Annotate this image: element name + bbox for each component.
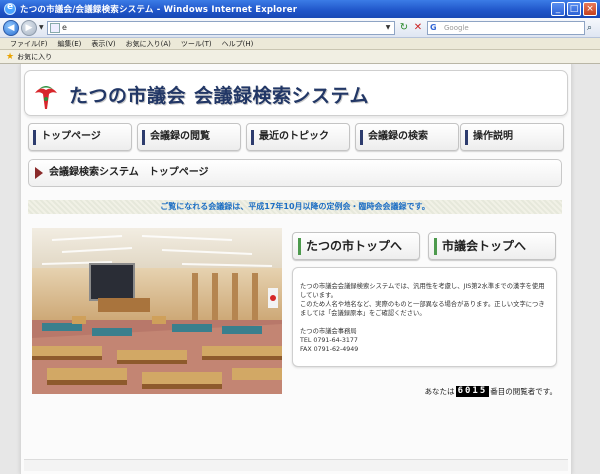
window-titlebar: たつの市議会/会議録検索システム - Windows Internet Expl… (0, 0, 600, 18)
search-placeholder: Google (444, 24, 469, 32)
council-top-link[interactable]: 市議会トップへ (428, 232, 556, 260)
site-title-council: たつの市議会 (69, 85, 187, 107)
close-button[interactable]: × (583, 2, 597, 16)
page-heading: 会議録検索システム トップページ (28, 159, 562, 187)
page-viewport: たつの市議会 会議録検索システム トップページ 会議録の閲覧 最近のトピック 会議… (0, 64, 600, 474)
counter-suffix: 番目の閲覧者です。 (490, 387, 557, 396)
nav-search-minutes[interactable]: 会議録の検索 (355, 123, 459, 151)
window-controls: _ □ × (551, 2, 597, 16)
page-icon (50, 23, 60, 33)
history-dropdown-icon[interactable]: ▼ (39, 24, 44, 31)
info-charset-note: たつの市議会会議録検索システムでは、汎用性を考慮し、JIS第2水準までの漢字を使… (300, 283, 545, 299)
maximize-button[interactable]: □ (567, 2, 581, 16)
city-top-link[interactable]: たつの市トップへ (292, 232, 420, 260)
info-fax: FAX 0791-62-4949 (300, 346, 359, 353)
menu-favorites[interactable]: お気に入り(A) (126, 39, 171, 49)
visitor-counter: あなたは 6015 番目の閲覧者です。 (425, 386, 557, 397)
stop-icon[interactable]: ✕ (411, 21, 425, 35)
menu-tools[interactable]: ツール(T) (181, 39, 212, 49)
counter-value: 6015 (455, 386, 490, 397)
site-title: たつの市議会 会議録検索システム (69, 81, 369, 108)
menu-bar: ファイル(F) 編集(E) 表示(V) お気に入り(A) ツール(T) ヘルプ(… (0, 38, 600, 50)
main-nav: トップページ 会議録の閲覧 最近のトピック 会議録の検索 操作説明 (28, 123, 564, 151)
info-box: たつの市議会会議録検索システムでは、汎用性を考慮し、JIS第2水準までの漢字を使… (292, 267, 557, 367)
site-header: たつの市議会 会議録検索システム (24, 70, 568, 116)
address-bar: ◀ ▶ ▼ e ▼ ↻ ✕ G Google ⌕ (0, 18, 600, 38)
favorites-bar: ★ お気に入り (0, 50, 600, 64)
page-footer-bar (24, 459, 568, 471)
ie-logo-icon (4, 2, 16, 15)
favorites-star-icon[interactable]: ★ (6, 52, 14, 62)
url-field[interactable]: e ▼ (47, 21, 395, 35)
page-heading-text: 会議録検索システム トップページ (49, 167, 209, 178)
counter-prefix: あなたは (424, 387, 455, 396)
refresh-icon[interactable]: ↻ (397, 21, 411, 35)
forward-button[interactable]: ▶ (21, 20, 37, 36)
back-button[interactable]: ◀ (3, 20, 19, 36)
council-chamber-photo (32, 228, 282, 394)
google-icon: G (430, 23, 437, 32)
search-input[interactable]: G Google (427, 21, 585, 35)
menu-edit[interactable]: 編集(E) (58, 39, 82, 49)
favorites-label[interactable]: お気に入り (17, 52, 52, 62)
info-verify-note: このため人名や地名など、実際のものと一部異なる場合があります。正しい文字につきま… (300, 301, 545, 317)
url-text: e (62, 23, 67, 32)
menu-file[interactable]: ファイル(F) (10, 39, 48, 49)
menu-view[interactable]: 表示(V) (91, 39, 115, 49)
nav-top-page[interactable]: トップページ (28, 123, 132, 151)
site-title-system: 会議録検索システム (194, 85, 369, 107)
info-office: たつの市議会事務局 (300, 328, 357, 335)
nav-recent-topics[interactable]: 最近のトピック (246, 123, 350, 151)
url-dropdown-icon[interactable]: ▼ (383, 23, 393, 33)
nav-instructions[interactable]: 操作説明 (460, 123, 564, 151)
minimize-button[interactable]: _ (551, 2, 565, 16)
window-title: たつの市議会/会議録検索システム - Windows Internet Expl… (20, 5, 298, 15)
menu-help[interactable]: ヘルプ(H) (222, 39, 254, 49)
nav-browse-minutes[interactable]: 会議録の閲覧 (137, 123, 241, 151)
search-icon[interactable]: ⌕ (587, 21, 599, 35)
heading-arrow-icon (35, 167, 43, 179)
notice-text: ご覧になれる会議録は、平成17年10月以降の定例会・臨時会会議録です。 (28, 200, 562, 214)
city-emblem-icon (35, 86, 57, 109)
info-tel: TEL 0791-64-3177 (300, 337, 358, 344)
